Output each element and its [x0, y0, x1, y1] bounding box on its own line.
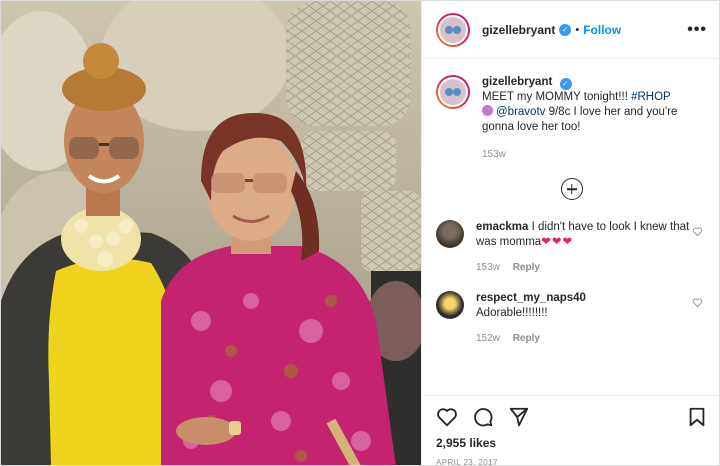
comment-like-icon[interactable] — [692, 226, 703, 237]
post-actions: 2,955 likes APRIL 23, 2017 — [422, 395, 719, 465]
comment-text: Adorable!!!!!!!! — [476, 307, 548, 319]
comment-like-icon[interactable] — [692, 297, 703, 308]
hearts-emoji: ❤❤❤ — [541, 236, 574, 248]
comment-icon[interactable] — [472, 406, 494, 428]
instagram-post: gizellebryant ✓ • Follow ••• gizellebrya… — [0, 0, 720, 466]
commenter-username[interactable]: emackma — [476, 221, 528, 233]
hashtag-link[interactable]: #RHOP — [631, 91, 671, 103]
verified-badge-icon: ✓ — [559, 78, 572, 90]
post-header: gizellebryant ✓ • Follow ••• — [422, 1, 719, 59]
comment-time[interactable]: 153w — [476, 262, 500, 273]
comments-section: gizellebryant ✓ MEET my MOMMY tonight!!!… — [422, 59, 719, 395]
comment-time[interactable]: 152w — [476, 333, 500, 344]
bookmark-icon[interactable] — [686, 406, 708, 428]
comment-item: emackma I didn't have to look I knew tha… — [436, 220, 707, 275]
heart-icon[interactable] — [436, 406, 458, 428]
commenter-avatar[interactable] — [436, 220, 464, 248]
flower-emoji-icon — [482, 105, 493, 116]
share-icon[interactable] — [508, 406, 530, 428]
photo-image — [1, 1, 421, 465]
author-username[interactable]: gizellebryant — [482, 23, 555, 37]
caption-username[interactable]: gizellebryant — [482, 76, 552, 88]
separator-dot: • — [575, 23, 580, 36]
commenter-username[interactable]: respect_my_naps40 — [476, 292, 586, 304]
load-more-comments — [436, 178, 707, 200]
post-photo[interactable] — [1, 1, 421, 465]
comment-meta: 153w Reply — [476, 260, 696, 275]
comment-meta: 152w Reply — [476, 331, 696, 346]
caption-time[interactable]: 153w — [482, 147, 692, 162]
post-caption: gizellebryant ✓ MEET my MOMMY tonight!!!… — [436, 75, 707, 162]
caption-avatar[interactable] — [436, 75, 470, 109]
author-avatar[interactable] — [436, 12, 470, 47]
comment-body: emackma I didn't have to look I knew tha… — [476, 220, 696, 275]
reply-button[interactable]: Reply — [513, 333, 540, 344]
reply-button[interactable]: Reply — [513, 262, 540, 273]
commenter-avatar[interactable] — [436, 291, 464, 319]
follow-button[interactable]: Follow — [583, 23, 621, 37]
post-date[interactable]: APRIL 23, 2017 — [436, 458, 708, 465]
more-options-icon[interactable]: ••• — [687, 21, 707, 39]
likes-count[interactable]: 2,955 likes — [436, 436, 708, 450]
caption-body: gizellebryant ✓ MEET my MOMMY tonight!!!… — [482, 75, 692, 162]
load-more-icon[interactable] — [560, 178, 583, 200]
comment-body: respect_my_naps40 Adorable!!!!!!!! 152w … — [476, 291, 696, 346]
caption-text-start: MEET my MOMMY tonight!!! — [482, 91, 632, 103]
action-icons — [436, 402, 708, 432]
mention-link[interactable]: @bravotv — [496, 106, 545, 118]
post-details-panel: gizellebryant ✓ • Follow ••• gizellebrya… — [421, 1, 719, 465]
comment-item: respect_my_naps40 Adorable!!!!!!!! 152w … — [436, 291, 707, 346]
verified-badge-icon: ✓ — [559, 23, 572, 36]
